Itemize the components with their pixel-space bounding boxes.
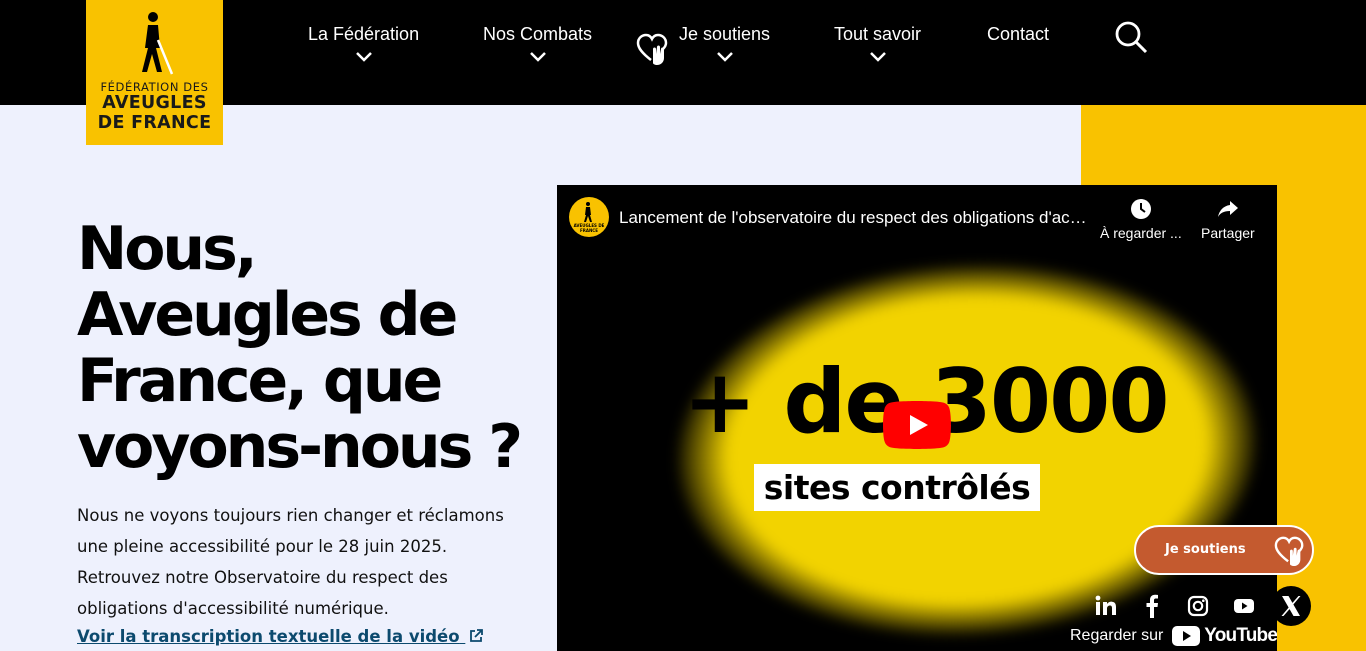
x-icon xyxy=(1281,596,1301,616)
share-label: Partager xyxy=(1201,225,1255,241)
chevron-down-icon xyxy=(529,52,546,62)
linkedin-icon[interactable] xyxy=(1089,590,1121,622)
transcript-link[interactable]: Voir la transcription textuelle de la vi… xyxy=(77,627,484,646)
chevron-down-icon xyxy=(869,52,886,62)
chevron-down-icon xyxy=(355,52,372,62)
hero-title-line: Nous, xyxy=(77,214,258,284)
nav-label: Nos Combats xyxy=(483,24,593,44)
facebook-icon[interactable] xyxy=(1136,590,1168,622)
nav-tout-savoir[interactable]: Tout savoir xyxy=(834,24,921,63)
watch-later-button[interactable]: À regarder ... xyxy=(1100,197,1182,241)
logo-line-1: FÉDÉRATION DES xyxy=(100,80,209,94)
hero-title-line: France, que xyxy=(77,346,443,416)
channel-avatar[interactable]: AVEUGLES DE FRANCE xyxy=(569,197,609,237)
nav-contact[interactable]: Contact xyxy=(987,24,1049,45)
nav-label: La Fédération xyxy=(308,24,420,44)
hero-title-line: Aveugles de xyxy=(77,280,458,350)
youtube-logo-icon xyxy=(1171,626,1200,646)
video-sub-text: sites contrôlés xyxy=(754,464,1040,511)
external-link-icon xyxy=(470,629,484,642)
channel-avatar-text: AVEUGLES DE FRANCE xyxy=(573,223,605,233)
video-player[interactable]: + de 3000 sites contrôlés AVEUGLES DE FR… xyxy=(557,185,1277,651)
nav-label: Je soutiens xyxy=(679,24,771,44)
blind-person-icon xyxy=(142,12,174,75)
x-twitter-button[interactable] xyxy=(1271,586,1311,626)
donate-label: Je soutiens xyxy=(1165,542,1246,557)
chevron-down-icon xyxy=(716,52,733,62)
nav-je-soutiens[interactable]: Je soutiens xyxy=(679,24,770,63)
hero-description: Nous ne voyons toujours rien changer et … xyxy=(77,506,504,618)
youtube-icon[interactable] xyxy=(1228,590,1260,622)
play-button-icon[interactable] xyxy=(883,401,951,449)
transcript-link-label: Voir la transcription textuelle de la vi… xyxy=(77,627,460,646)
hero-title: Nous, Aveugles de France, que voyons-nou… xyxy=(77,216,537,480)
share-icon xyxy=(1217,201,1238,217)
share-button[interactable]: Partager xyxy=(1201,197,1255,241)
search-icon[interactable] xyxy=(1114,20,1148,54)
video-title[interactable]: Lancement de l'observatoire du respect d… xyxy=(619,208,1094,228)
instagram-icon[interactable] xyxy=(1182,590,1214,622)
watch-later-label: À regarder ... xyxy=(1100,225,1182,241)
nav-la-federation[interactable]: La Fédération xyxy=(308,24,419,63)
logo-line-3: DE FRANCE xyxy=(97,113,212,133)
clock-icon xyxy=(1130,199,1151,219)
watch-on-youtube[interactable]: Regarder sur YouTube xyxy=(1070,625,1277,647)
logo-line-2: AVEUGLES xyxy=(102,93,207,113)
youtube-wordmark: YouTube xyxy=(1204,625,1277,646)
nav-label: Tout savoir xyxy=(834,24,922,44)
heart-hand-icon xyxy=(636,33,668,65)
hero-title-line: voyons-nous ? xyxy=(77,412,523,482)
heart-hand-icon xyxy=(1274,536,1304,567)
site-logo[interactable]: FÉDÉRATION DES AVEUGLES DE FRANCE xyxy=(86,0,223,145)
floating-donate-button[interactable]: Je soutiens xyxy=(1134,525,1314,575)
nav-nos-combats[interactable]: Nos Combats xyxy=(483,24,592,63)
watch-on-label: Regarder sur xyxy=(1070,627,1164,645)
nav-label: Contact xyxy=(987,24,1050,44)
